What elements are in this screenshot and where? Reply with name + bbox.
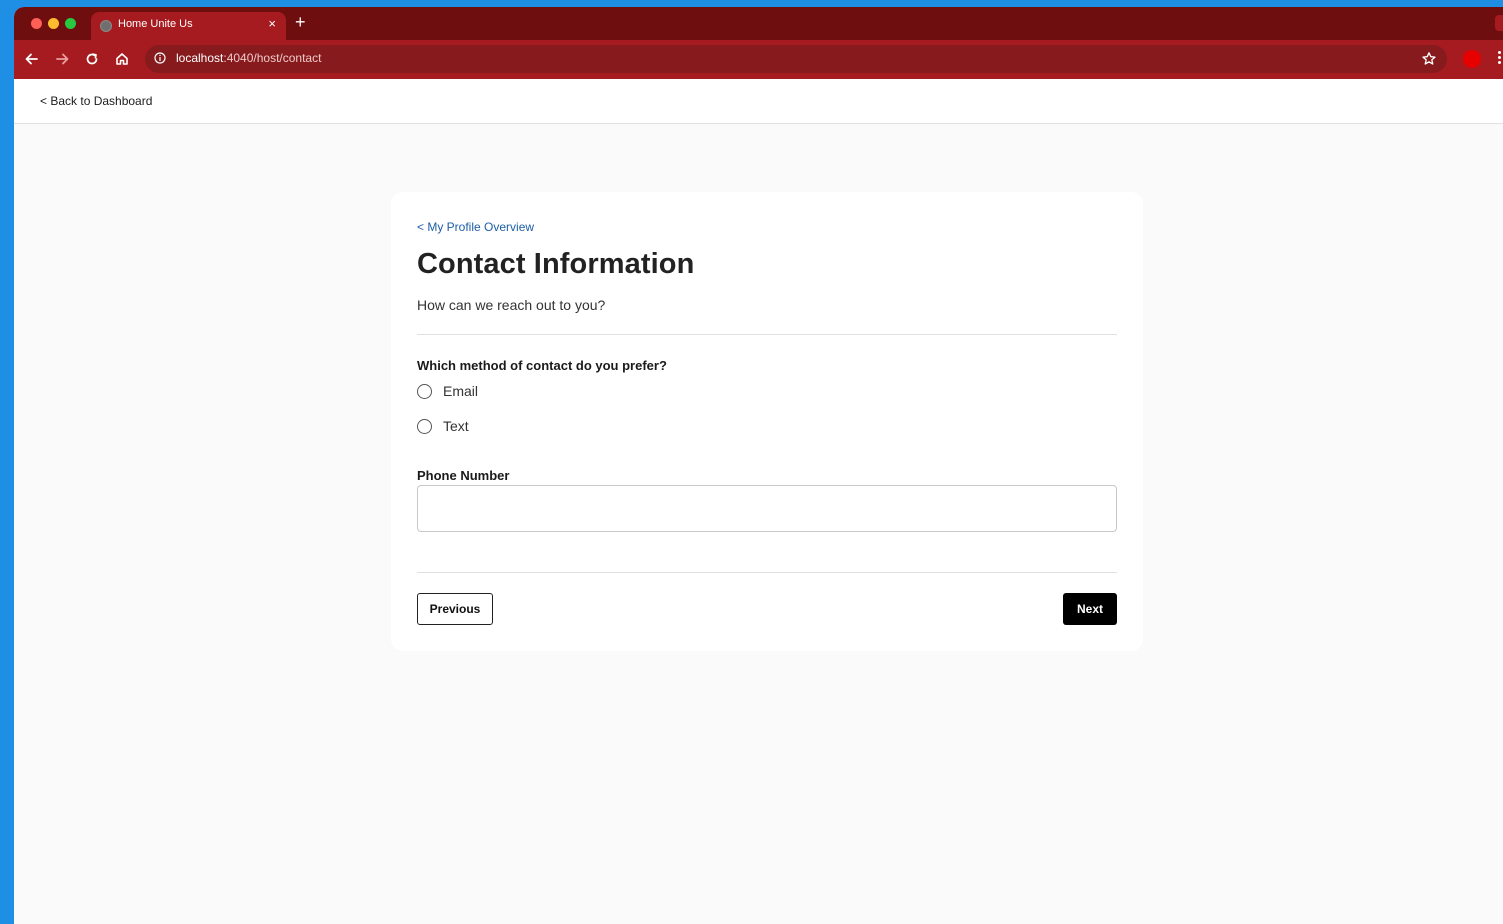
contact-method-label: Which method of contact do you prefer? (417, 358, 667, 373)
next-button[interactable]: Next (1063, 593, 1117, 625)
url-path: :4040/host/contact (223, 51, 322, 65)
address-bar[interactable]: localhost:4040/host/contact (145, 45, 1447, 73)
globe-icon (100, 20, 112, 32)
email-radio[interactable] (417, 383, 432, 399)
tab-strip: Home Unite Us × + (14, 7, 1503, 40)
contact-option-text[interactable]: Text (417, 418, 469, 434)
minimize-window-button[interactable] (48, 18, 59, 29)
tab-search-chevron-icon[interactable] (1495, 15, 1503, 31)
back-to-dashboard-link[interactable]: < Back to Dashboard (40, 94, 152, 108)
arrow-right-icon (56, 53, 69, 65)
phone-number-label: Phone Number (417, 468, 510, 483)
page-header: < Back to Dashboard (14, 79, 1503, 124)
info-icon[interactable] (154, 52, 166, 64)
maximize-window-button[interactable] (65, 18, 76, 29)
page-title: Contact Information (417, 248, 695, 280)
arrow-left-icon (25, 53, 38, 65)
new-tab-button[interactable]: + (295, 12, 306, 32)
reload-button[interactable] (81, 48, 103, 70)
text-radio-label[interactable]: Text (443, 418, 469, 434)
divider (417, 572, 1117, 573)
email-radio-label[interactable]: Email (443, 383, 478, 399)
tab-close-icon[interactable]: × (268, 16, 276, 32)
back-button[interactable] (21, 48, 43, 70)
browser-menu-icon[interactable] (1498, 51, 1502, 67)
url-host: localhost (176, 51, 224, 65)
divider (417, 334, 1117, 335)
reload-icon (86, 53, 98, 65)
contact-information-card: < My Profile Overview Contact Informatio… (391, 192, 1143, 651)
page-subtitle: How can we reach out to you? (417, 297, 606, 313)
profile-avatar[interactable] (1463, 50, 1481, 68)
forward-button[interactable] (51, 48, 73, 70)
browser-window: Home Unite Us × + localhost:4040/host/co… (14, 7, 1503, 924)
bookmark-star-icon[interactable] (1421, 51, 1437, 67)
close-window-button[interactable] (31, 18, 42, 29)
home-icon (116, 53, 128, 65)
tab-home-unite-us[interactable]: Home Unite Us × (91, 12, 286, 40)
home-button[interactable] (111, 48, 133, 70)
phone-number-field[interactable] (417, 485, 1117, 532)
previous-button[interactable]: Previous (417, 593, 493, 625)
text-radio[interactable] (417, 418, 432, 434)
browser-toolbar: localhost:4040/host/contact (14, 40, 1503, 79)
tab-title: Home Unite Us (118, 18, 193, 30)
url-text[interactable]: localhost:4040/host/contact (176, 51, 321, 65)
my-profile-overview-link[interactable]: < My Profile Overview (417, 220, 534, 234)
contact-option-email[interactable]: Email (417, 383, 478, 399)
